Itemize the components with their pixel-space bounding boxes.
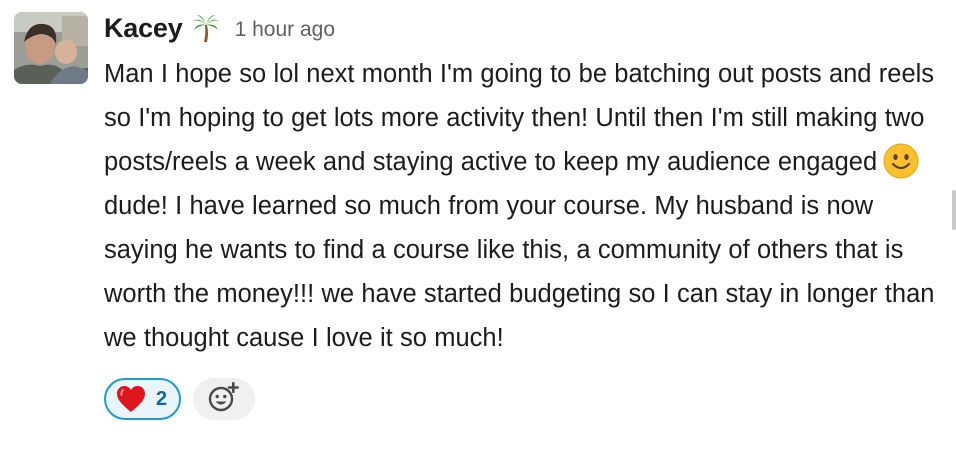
message-content: Kacey 1 hour ago Man I hope so lol next …: [104, 8, 944, 420]
message-timestamp[interactable]: 1 hour ago: [235, 15, 335, 42]
reaction-heart-button[interactable]: 2: [104, 378, 182, 420]
slightly-smiling-face-icon: [883, 143, 919, 179]
message-item: Kacey 1 hour ago Man I hope so lol next …: [0, 0, 956, 468]
author-name[interactable]: Kacey: [104, 13, 183, 44]
add-reaction-button[interactable]: [193, 378, 256, 420]
reactions-bar: 2: [104, 378, 944, 420]
red-heart-icon: [116, 385, 146, 413]
avatar[interactable]: [14, 12, 88, 84]
palm-tree-icon[interactable]: [191, 13, 221, 43]
add-reaction-icon: [207, 381, 241, 418]
scrollbar[interactable]: [952, 190, 956, 230]
message-body: Man I hope so lol next month I'm going t…: [104, 52, 949, 360]
message-text-part1: Man I hope so lol next month I'm going t…: [104, 60, 935, 176]
message-header: Kacey 1 hour ago: [104, 8, 944, 48]
reaction-count: 2: [156, 387, 168, 410]
message-text-part2: dude! I have learned so much from your c…: [104, 192, 935, 352]
avatar-photo: [14, 12, 88, 84]
